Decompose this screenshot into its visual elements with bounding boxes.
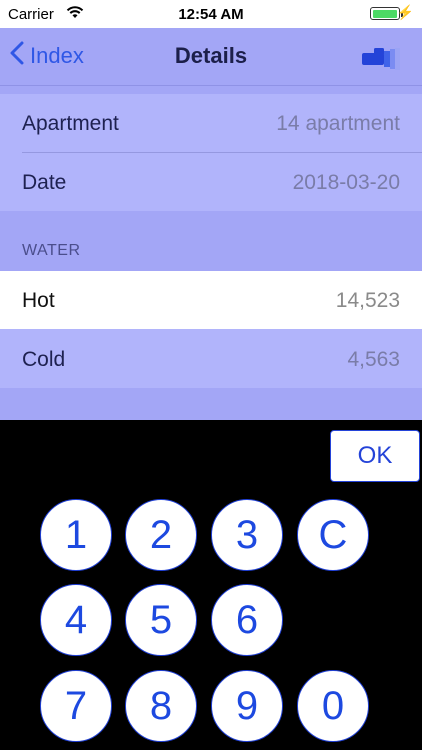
hot-water-row[interactable]: Hot 14,523 xyxy=(0,271,422,329)
key-1[interactable]: 1 xyxy=(40,499,112,571)
hot-water-label: Hot xyxy=(22,289,55,312)
date-label: Date xyxy=(22,171,67,194)
key-8[interactable]: 8 xyxy=(125,670,197,742)
battery-level xyxy=(372,9,397,18)
apartment-label: Apartment xyxy=(22,112,119,135)
cold-water-value: 4,563 xyxy=(347,348,400,371)
key-4[interactable]: 4 xyxy=(40,584,112,656)
details-group: Apartment 14 apartment Date 2018-03-20 xyxy=(0,94,422,211)
date-value: 2018-03-20 xyxy=(292,171,400,194)
meter-icon xyxy=(360,48,404,75)
status-bar: Carrier 12:54 AM ⚡ xyxy=(0,0,422,28)
key-2[interactable]: 2 xyxy=(125,499,197,571)
battery-icon xyxy=(370,7,403,20)
key-6[interactable]: 6 xyxy=(211,584,283,656)
details-table: Apartment 14 apartment Date 2018-03-20 W… xyxy=(0,86,422,420)
water-group: Hot 14,523 Cold 4,563 xyxy=(0,271,422,388)
apartment-value: 14 apartment xyxy=(276,112,400,135)
cold-water-row[interactable]: Cold 4,563 xyxy=(0,330,422,388)
meter-action-button[interactable] xyxy=(360,45,404,71)
page-title: Details xyxy=(174,43,248,68)
hot-water-value: 14,523 xyxy=(335,289,400,312)
key-9[interactable]: 9 xyxy=(211,670,283,742)
key-5[interactable]: 5 xyxy=(125,584,197,656)
status-time: 12:54 AM xyxy=(178,6,244,23)
key-3[interactable]: 3 xyxy=(211,499,283,571)
bolt-icon: ⚡ xyxy=(396,4,414,20)
date-row[interactable]: Date 2018-03-20 xyxy=(0,153,422,211)
numeric-keypad: OK 1 2 3 C 4 5 6 7 8 9 0 xyxy=(0,420,422,750)
water-section-header: WATER xyxy=(22,242,81,259)
ok-button[interactable]: OK xyxy=(330,430,420,482)
apartment-row[interactable]: Apartment 14 apartment xyxy=(0,94,422,152)
cold-water-label: Cold xyxy=(22,348,66,371)
key-7[interactable]: 7 xyxy=(40,670,112,742)
key-0[interactable]: 0 xyxy=(297,670,369,742)
navigation-bar: Index Details xyxy=(0,28,422,86)
key-clear[interactable]: C xyxy=(297,499,369,571)
